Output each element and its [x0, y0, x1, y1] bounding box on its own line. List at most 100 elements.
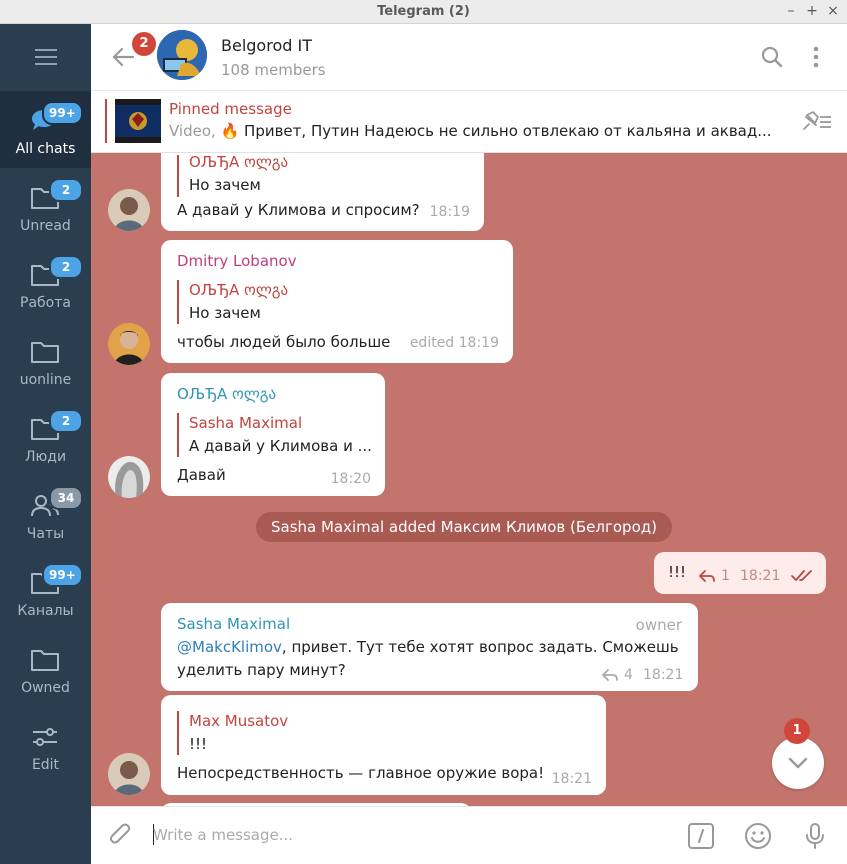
folder-badge: 99+	[42, 101, 83, 125]
message-sender[interactable]: Sasha Maximal	[177, 615, 290, 633]
folder-lyudi[interactable]: 2 Люди	[0, 399, 91, 476]
double-check-icon	[791, 570, 812, 581]
minimize-button[interactable]: –	[783, 3, 799, 19]
paperclip-icon[interactable]	[107, 822, 135, 850]
message-text: Непосредственность — главное оружие вора…	[177, 764, 545, 782]
hamburger-icon-line	[35, 63, 57, 65]
pinned-message-bar[interactable]: Pinned message Video, 🔥 Привет, Путин На…	[91, 91, 847, 153]
pinned-accent-bar	[105, 99, 107, 143]
folder-uonline[interactable]: uonline	[0, 322, 91, 399]
folder-badge: 2	[49, 178, 83, 202]
reply-text: Но зачем	[189, 176, 261, 194]
folder-label: All chats	[15, 141, 76, 157]
avatar-image	[108, 456, 150, 498]
folder-owned[interactable]: Owned	[0, 630, 91, 707]
message-bubble[interactable]: ОЉЂА ოლგა Sasha Maximal А давай у Климов…	[161, 373, 385, 496]
message-time: 18:21	[551, 771, 592, 787]
folder-label: Чаты	[26, 526, 65, 542]
message-text-line1: , привет. Тут тебе хотят вопрос задать. …	[281, 638, 679, 656]
folder-rabota[interactable]: 2 Работа	[0, 245, 91, 322]
reply-text: А давай у Климова и ...	[189, 437, 372, 455]
message-time: 18:20	[330, 471, 371, 487]
unread-badge: 2	[132, 32, 156, 56]
folder-badge: 34	[49, 486, 83, 510]
message-text: чтобы людей было больше	[177, 333, 391, 351]
unread-mentions-badge: 1	[784, 718, 810, 744]
reply-sender: Max Musatov	[189, 712, 289, 730]
reply-sender: ОЉЂА ოლგა	[189, 153, 289, 171]
maximize-button[interactable]: +	[804, 3, 820, 19]
reply-bar	[177, 155, 179, 197]
message-sender[interactable]: Dmitry Lobanov	[177, 252, 297, 270]
message-time: 18:21	[643, 667, 684, 683]
reply-text: Но зачем	[189, 304, 261, 322]
folder-kanaly[interactable]: 99+ Каналы	[0, 553, 91, 630]
folder-icon	[31, 342, 59, 363]
message-text: Давай	[177, 466, 226, 484]
folder-chaty[interactable]: 34 Чаты	[0, 476, 91, 553]
folder-badge: 99+	[42, 563, 83, 587]
pinned-media-label: Video,	[169, 122, 216, 140]
folder-label: Каналы	[17, 603, 74, 619]
pinned-preview: Video, 🔥 Привет, Путин Надеюсь не сильно…	[169, 122, 779, 140]
window-titlebar: Telegram (2) – + ×	[0, 0, 847, 24]
message-bubble[interactable]: Dmitry Lobanov ОЉЂА ოლგა Но зачем чтобы …	[161, 240, 513, 363]
reply-bar	[177, 280, 179, 324]
folder-label: Edit	[31, 757, 60, 773]
message-text-line2: уделить пару минут?	[177, 661, 346, 679]
messages-area[interactable]: ОЉЂА ოლგა Но зачем А давай у Климова и с…	[91, 153, 847, 806]
folder-badge: 2	[49, 409, 83, 433]
avatar[interactable]	[108, 456, 150, 498]
folder-label: uonline	[19, 372, 72, 388]
message-bubble[interactable]: Sasha Maximal owner @MakcKlimov, привет.…	[161, 603, 698, 691]
outgoing-message-bubble[interactable]: !!! 1 18:21	[654, 552, 826, 594]
avatar[interactable]	[108, 753, 150, 795]
main-menu-button[interactable]	[0, 24, 91, 90]
avatar[interactable]	[108, 189, 150, 231]
more-options-icon[interactable]	[803, 44, 829, 70]
microphone-icon[interactable]	[801, 822, 829, 850]
folder-label: Люди	[24, 449, 67, 465]
message-input[interactable]: Write a message...	[153, 826, 293, 844]
message-time: edited 18:19	[409, 335, 499, 351]
avatar-image	[108, 753, 150, 795]
reply-text: !!!	[189, 735, 208, 753]
folder-edit[interactable]: Edit	[0, 707, 91, 784]
search-icon[interactable]	[759, 44, 785, 70]
folder-all-chats[interactable]: 99+ All chats	[0, 91, 91, 168]
folder-label: Owned	[21, 680, 70, 696]
pinned-text: Привет, Путин Надеюсь не сильно отвлекаю…	[244, 122, 772, 140]
message-sender[interactable]: ОЉЂА ოლგა	[177, 385, 276, 403]
unpin-list-icon[interactable]	[799, 109, 833, 133]
message-bubble[interactable]: ОЉЂА ოლგა Но зачем А давай у Климова и с…	[161, 153, 484, 231]
members-count: 108 members	[221, 61, 326, 79]
chat-header: 2 Belgorod IT 108 members	[91, 24, 847, 91]
bot-commands-icon[interactable]	[687, 822, 715, 850]
reply-arrow-icon	[699, 570, 715, 582]
scroll-to-bottom-button[interactable]	[772, 737, 824, 789]
group-avatar[interactable]	[157, 30, 207, 80]
message-text: !!!	[668, 563, 687, 581]
avatar-image	[108, 189, 150, 231]
replies-count: 1	[721, 568, 730, 584]
hamburger-icon-line	[35, 56, 57, 58]
folder-badge: 2	[49, 255, 83, 279]
group-avatar-image	[157, 30, 207, 80]
fire-emoji-icon: 🔥	[220, 122, 240, 140]
reply-bar	[177, 711, 179, 755]
avatar[interactable]	[108, 323, 150, 365]
reply-arrow-icon	[602, 669, 618, 681]
reply-sender: Sasha Maximal	[189, 414, 303, 432]
mention-link[interactable]: @MakcKlimov	[177, 638, 282, 656]
folder-icon	[31, 650, 59, 671]
close-window-button[interactable]: ×	[825, 3, 841, 19]
folder-label: Unread	[20, 218, 71, 234]
chat-title[interactable]: Belgorod IT	[221, 36, 312, 55]
message-bubble[interactable]: Max Musatov !!! Непосредственность — гла…	[161, 695, 606, 795]
chevron-down-icon	[788, 757, 808, 769]
emoji-icon[interactable]	[744, 822, 772, 850]
folder-unread[interactable]: 2 Unread	[0, 168, 91, 245]
owner-badge: owner	[635, 616, 682, 634]
message-time: 18:21	[740, 568, 781, 584]
message-time: 18:19	[429, 204, 470, 220]
